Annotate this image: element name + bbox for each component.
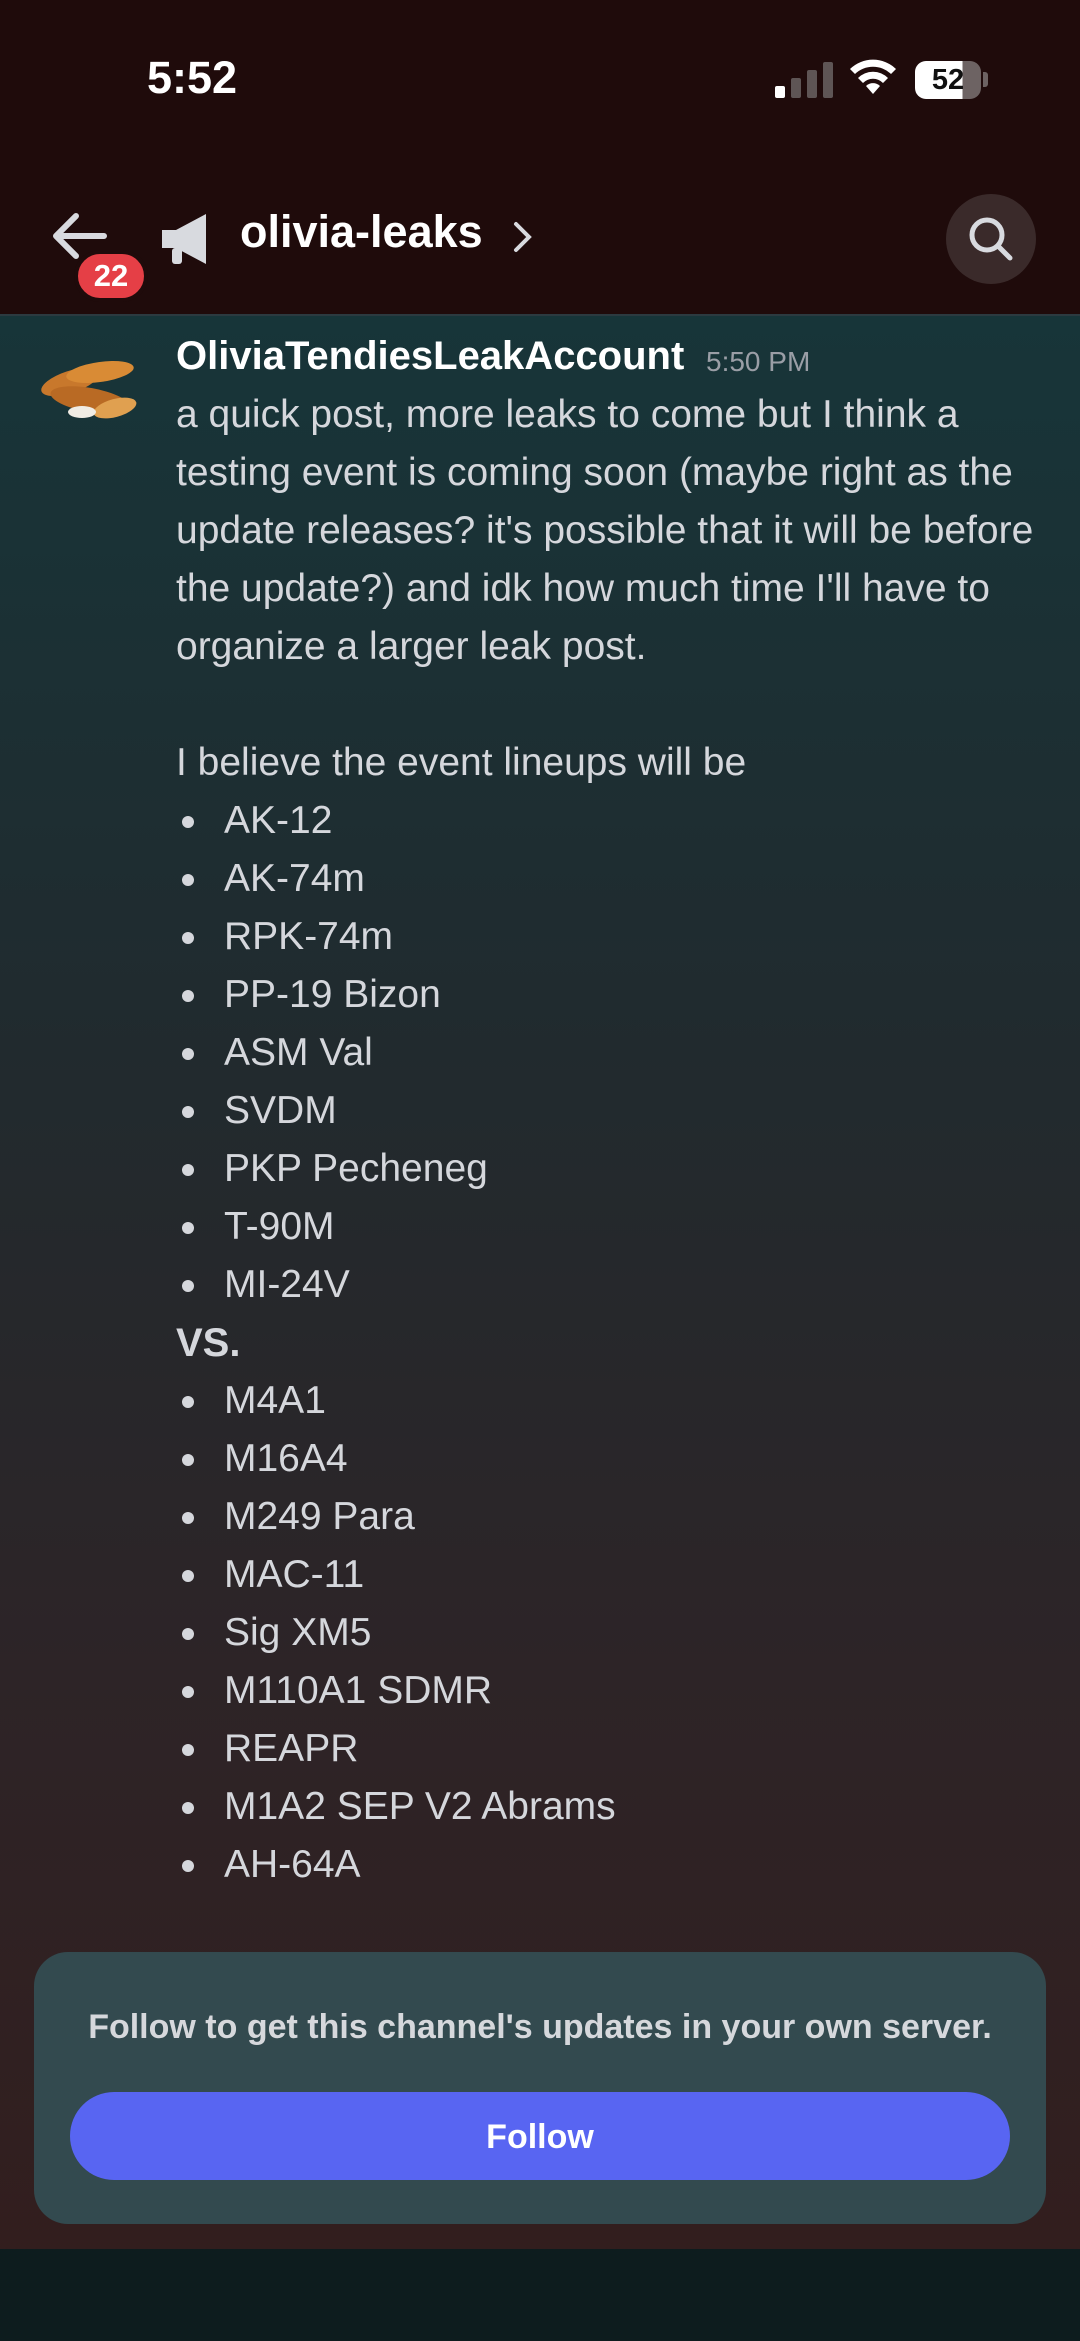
- unread-badge: 22: [74, 250, 148, 302]
- bottom-bar: [0, 2249, 1080, 2341]
- list-item: M110A1 SDMR: [176, 1662, 1056, 1720]
- follow-prompt-text: Follow to get this channel's updates in …: [88, 2008, 992, 2046]
- chevron-right-icon[interactable]: [512, 220, 534, 254]
- message-timestamp: 5:50 PM: [706, 346, 811, 377]
- wifi-icon: [850, 59, 896, 94]
- search-button[interactable]: [946, 194, 1036, 284]
- megaphone-icon: [162, 214, 206, 264]
- follow-card: Follow to get this channel's updates in …: [34, 1952, 1046, 2224]
- list-item: ASM Val: [176, 1024, 1056, 1082]
- message-author[interactable]: OliviaTendiesLeakAccount: [176, 334, 684, 379]
- list-item: T-90M: [176, 1198, 1056, 1256]
- channel-name[interactable]: olivia-leaks: [240, 206, 483, 258]
- list-item: Sig XM5: [176, 1604, 1056, 1662]
- lineup-intro: I believe the event lineups will be: [176, 741, 747, 784]
- list-item: M1A2 SEP V2 Abrams: [176, 1778, 1056, 1836]
- list-item: MAC-11: [176, 1546, 1056, 1604]
- message-intro: a quick post, more leaks to come but I t…: [176, 393, 1034, 668]
- list-item: AK-74m: [176, 850, 1056, 908]
- list-item: MI-24V: [176, 1256, 1056, 1314]
- list-item: REAPR: [176, 1720, 1056, 1778]
- team-a-list: AK-12 AK-74m RPK-74m PP-19 Bizon ASM Val…: [176, 792, 1056, 1314]
- message-body: a quick post, more leaks to come but I t…: [176, 386, 1056, 1894]
- list-item: PKP Pecheneg: [176, 1140, 1056, 1198]
- top-bar: 5:52 52 22 olivia-leaks: [0, 0, 1080, 316]
- list-item: AK-12: [176, 792, 1056, 850]
- avatar-chicken-tenders[interactable]: [30, 342, 148, 430]
- signal-icon: [775, 62, 833, 98]
- list-item: M249 Para: [176, 1488, 1056, 1546]
- status-time: 5:52: [147, 52, 238, 103]
- list-item: M4A1: [176, 1372, 1056, 1430]
- team-b-list: M4A1 M16A4 M249 Para MAC-11 Sig XM5 M110…: [176, 1372, 1056, 1894]
- list-item: AH-64A: [176, 1836, 1056, 1894]
- battery-icon: 52: [915, 61, 981, 99]
- versus-label: VS.: [176, 1321, 241, 1365]
- list-item: PP-19 Bizon: [176, 966, 1056, 1024]
- list-item: SVDM: [176, 1082, 1056, 1140]
- search-icon: [969, 217, 1013, 261]
- follow-button[interactable]: Follow: [70, 2092, 1010, 2180]
- list-item: RPK-74m: [176, 908, 1056, 966]
- list-item: M16A4: [176, 1430, 1056, 1488]
- battery-nub: [983, 72, 988, 87]
